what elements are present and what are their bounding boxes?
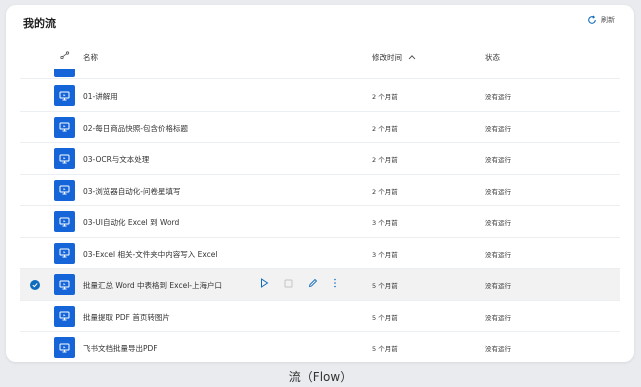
flow-status: 没有运行 (485, 124, 511, 133)
column-header-modified[interactable]: 修改时间 (372, 52, 416, 63)
flow-modified: 3 个月前 (372, 219, 398, 227)
table-row[interactable]: 飞书文档批量导出PDF 5 个月前 没有运行 (20, 332, 620, 362)
flow-name[interactable]: 03-UI自动化 Excel 到 Word (83, 217, 179, 228)
column-header-modified-label: 修改时间 (372, 53, 402, 62)
figure-caption: 流（Flow） (288, 370, 353, 384)
flow-name[interactable]: 01-讲解用 (83, 91, 118, 102)
desktop-flow-icon (54, 242, 75, 264)
flow-name[interactable]: 03-OCR与文本处理 (83, 154, 149, 165)
desktop-flow-icon (54, 85, 75, 106)
flow-status: 没有运行 (485, 187, 511, 196)
pencil-icon (308, 278, 318, 288)
flow-modified: 3 个月前 (372, 250, 398, 259)
flow-status: 没有运行 (485, 156, 511, 164)
more-button[interactable] (333, 278, 337, 290)
more-vertical-icon (334, 278, 336, 288)
edit-button[interactable] (308, 278, 318, 290)
flow-modified: 5 个月前 (372, 345, 398, 353)
flow-name[interactable]: 03-Excel 相关-文件夹中内容写入 Excel (83, 249, 217, 260)
desktop-flow-icon (54, 148, 75, 169)
table-row[interactable]: 02-每日商品快照-包含价格标题 2 个月前 没有运行 (20, 112, 620, 143)
column-header-name[interactable]: 名称 (83, 52, 98, 63)
stop-button[interactable] (284, 279, 293, 290)
desktop-flow-icon (54, 211, 75, 232)
flow-type-icon (60, 51, 70, 62)
flow-modified: 2 个月前 (372, 187, 398, 196)
row-selected-checkbox[interactable] (30, 280, 40, 290)
table-header: 名称 修改时间 状态 (20, 49, 620, 69)
flow-name[interactable]: 批量提取 PDF 首页转图片 (83, 312, 170, 323)
refresh-button[interactable]: 刷新 (587, 15, 615, 25)
checkmark-icon (32, 283, 38, 288)
desktop-flow-icon (54, 337, 75, 358)
flow-status: 没有运行 (485, 282, 511, 290)
flow-modified: 2 个月前 (372, 124, 398, 133)
flow-status: 没有运行 (485, 250, 511, 259)
desktop-flow-icon (54, 305, 75, 327)
flow-status: 没有运行 (485, 313, 511, 322)
desktop-flow-icon (54, 274, 75, 295)
desktop-flow-icon (54, 116, 75, 138)
table-row[interactable]: 03-Excel 相关-文件夹中内容写入 Excel 3 个月前 没有运行 (20, 238, 620, 269)
table-row-selected[interactable]: 批量汇总 Word 中表格到 Excel-上海户口 5 个月前 没有运行 (20, 269, 620, 301)
flow-modified: 2 个月前 (372, 156, 398, 164)
flow-status: 没有运行 (485, 345, 511, 353)
page-title: 我的流 (23, 17, 56, 30)
table-row-partial (20, 69, 620, 79)
flows-table: 01-讲解用 2 个月前 没有运行 02-每日商品快照-包含价格标题 2 个月前… (20, 80, 620, 362)
refresh-icon (587, 15, 597, 25)
sort-ascending-icon (408, 53, 416, 62)
stop-icon (284, 279, 293, 287)
flow-name[interactable]: 飞书文档批量导出PDF (83, 343, 158, 354)
flow-modified: 5 个月前 (372, 282, 398, 290)
table-row[interactable]: 03-OCR与文本处理 2 个月前 没有运行 (20, 143, 620, 175)
table-row[interactable]: 01-讲解用 2 个月前 没有运行 (20, 80, 620, 112)
flow-status: 没有运行 (485, 93, 511, 101)
column-header-status[interactable]: 状态 (485, 52, 500, 63)
flow-status: 没有运行 (485, 219, 511, 227)
flow-name[interactable]: 03-浏览器自动化-问卷星填写 (83, 186, 180, 197)
table-row[interactable]: 批量提取 PDF 首页转图片 5 个月前 没有运行 (20, 301, 620, 332)
flow-name[interactable]: 02-每日商品快照-包含价格标题 (83, 123, 188, 134)
play-icon (261, 278, 269, 288)
run-button[interactable] (260, 278, 269, 290)
flows-card: 我的流 刷新 名称 修改时间 状态 01-讲解用 2 个月前 没有运行 02-每… (6, 5, 634, 362)
table-row[interactable]: 03-UI自动化 Excel 到 Word 3 个月前 没有运行 (20, 206, 620, 238)
table-row[interactable]: 03-浏览器自动化-问卷星填写 2 个月前 没有运行 (20, 175, 620, 206)
row-actions (260, 278, 337, 290)
flow-modified: 5 个月前 (372, 313, 398, 322)
desktop-flow-icon (54, 69, 75, 77)
desktop-flow-icon (54, 179, 75, 201)
refresh-label: 刷新 (601, 16, 615, 24)
flow-modified: 2 个月前 (372, 93, 398, 101)
flow-name[interactable]: 批量汇总 Word 中表格到 Excel-上海户口 (83, 280, 222, 291)
